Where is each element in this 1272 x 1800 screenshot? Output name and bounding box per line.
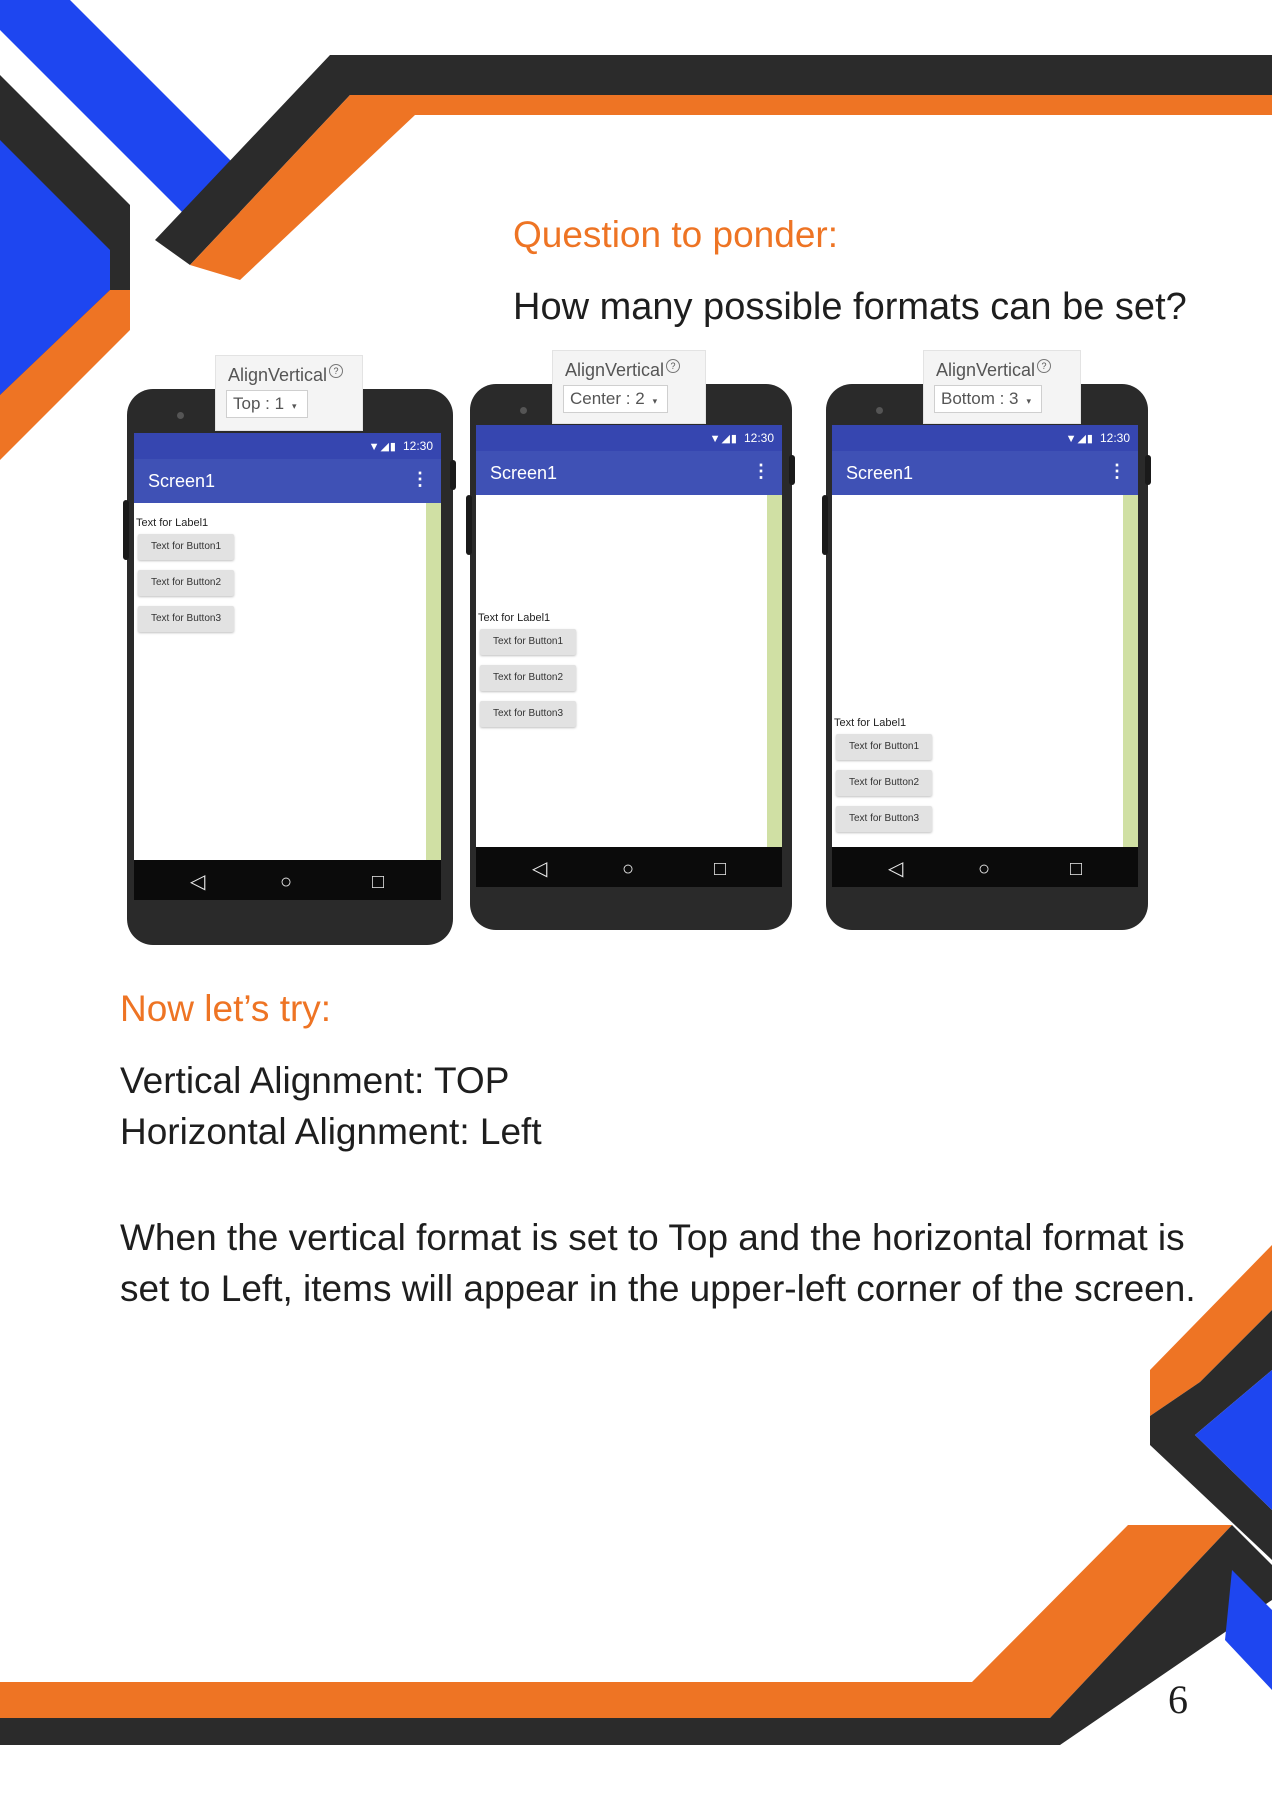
align-vertical-dropdown[interactable]: Top : 1 ▾	[226, 390, 308, 418]
recents-icon[interactable]: □	[1070, 859, 1082, 879]
status-icons: ▼◢▮	[368, 441, 397, 453]
app-bar: Screen1 ⋮	[832, 451, 1138, 495]
app-bar: Screen1 ⋮	[134, 459, 441, 503]
status-bar: ▼◢▮ 12:30	[134, 433, 441, 459]
phone-center: ▼◢▮ 12:30 Screen1 ⋮ Text for Label1 Text …	[466, 350, 795, 930]
scroll-track	[426, 503, 441, 860]
overflow-menu-icon[interactable]: ⋮	[1108, 461, 1126, 482]
phone-top: ▼◢▮ 12:30 Screen1 ⋮ Text for Label1 Text …	[123, 355, 456, 945]
align-vertical-dropdown[interactable]: Bottom : 3 ▾	[934, 385, 1043, 413]
button1[interactable]: Text for Button1	[836, 734, 932, 760]
align-vertical-panel: AlignVertical? Bottom : 3 ▾	[923, 350, 1081, 424]
home-icon[interactable]: ○	[280, 872, 292, 892]
screen-title: Screen1	[490, 463, 558, 483]
dropdown-caret-icon: ▾	[652, 396, 658, 406]
question-text: How many possible formats can be set?	[513, 286, 1187, 328]
label1: Text for Label1	[834, 717, 907, 729]
horizontal-alignment-text: Horizontal Alignment: Left	[120, 1111, 542, 1152]
scroll-track	[767, 495, 782, 847]
nav-bar: ◁ ○ □	[476, 847, 782, 887]
align-vertical-panel: AlignVertical? Top : 1 ▾	[215, 355, 363, 431]
status-time: 12:30	[1099, 431, 1130, 445]
home-icon[interactable]: ○	[978, 859, 990, 879]
dropdown-caret-icon: ▾	[1026, 396, 1032, 406]
recents-icon[interactable]: □	[372, 872, 384, 892]
align-vertical-dropdown[interactable]: Center : 2 ▾	[563, 385, 669, 413]
status-bar: ▼◢▮ 12:30	[832, 425, 1138, 451]
selected-value: Bottom : 3	[941, 389, 1019, 408]
status-time: 12:30	[402, 439, 433, 453]
home-icon[interactable]: ○	[622, 859, 634, 879]
label1: Text for Label1	[478, 612, 551, 624]
label1: Text for Label1	[136, 517, 209, 529]
overflow-menu-icon[interactable]: ⋮	[752, 461, 770, 482]
back-icon[interactable]: ◁	[532, 859, 547, 879]
overflow-menu-icon[interactable]: ⋮	[411, 469, 429, 490]
button2[interactable]: Text for Button2	[480, 665, 576, 691]
screen-content: Text for Label1 Text for Button1 Text fo…	[834, 716, 932, 842]
help-icon[interactable]: ?	[329, 364, 344, 378]
status-bar: ▼◢▮ 12:30	[476, 425, 782, 451]
button3[interactable]: Text for Button3	[138, 606, 234, 632]
vertical-alignment-text: Vertical Alignment: TOP	[120, 1060, 510, 1101]
button2[interactable]: Text for Button2	[836, 770, 932, 796]
status-icons: ▼◢▮	[1065, 433, 1094, 445]
back-icon[interactable]: ◁	[888, 859, 903, 879]
nav-bar: ◁ ○ □	[832, 847, 1138, 887]
help-icon[interactable]: ?	[666, 359, 681, 373]
property-label: AlignVertical	[565, 360, 665, 380]
property-label: AlignVertical	[228, 365, 328, 385]
scroll-track	[1123, 495, 1138, 847]
phone-screen: ▼◢▮ 12:30 Screen1 ⋮ Text for Label1 Text …	[832, 425, 1138, 847]
phone-screen: ▼◢▮ 12:30 Screen1 ⋮ Text for Label1 Text …	[134, 433, 441, 860]
property-label: AlignVertical	[936, 360, 1036, 380]
button1[interactable]: Text for Button1	[138, 534, 234, 560]
button2[interactable]: Text for Button2	[138, 570, 234, 596]
page-number: 6	[1168, 1677, 1188, 1722]
selected-value: Top : 1	[233, 394, 285, 413]
status-time: 12:30	[743, 431, 774, 445]
phone-screen: ▼◢▮ 12:30 Screen1 ⋮ Text for Label1 Text …	[476, 425, 782, 847]
nav-bar: ◁ ○ □	[134, 860, 441, 900]
recents-icon[interactable]: □	[714, 859, 726, 879]
status-icons: ▼◢▮	[709, 433, 738, 445]
align-vertical-panel: AlignVertical? Center : 2 ▾	[552, 350, 706, 424]
explanation-paragraph: When the vertical format is set to Top a…	[120, 1217, 1196, 1309]
app-bar: Screen1 ⋮	[476, 451, 782, 495]
selected-value: Center : 2	[570, 389, 645, 408]
button3[interactable]: Text for Button3	[836, 806, 932, 832]
screen-content: Text for Label1 Text for Button1 Text fo…	[136, 516, 234, 642]
screen-title: Screen1	[846, 463, 914, 483]
help-icon[interactable]: ?	[1037, 359, 1052, 373]
question-title: Question to ponder:	[513, 214, 838, 255]
screen-title: Screen1	[148, 471, 216, 491]
try-title: Now let’s try:	[120, 988, 332, 1029]
back-icon[interactable]: ◁	[190, 872, 205, 892]
dropdown-caret-icon: ▾	[292, 401, 297, 411]
screen-content: Text for Label1 Text for Button1 Text fo…	[478, 611, 576, 737]
button1[interactable]: Text for Button1	[480, 629, 576, 655]
phone-bottom: ▼◢▮ 12:30 Screen1 ⋮ Text for Label1 Text …	[822, 350, 1151, 930]
button3[interactable]: Text for Button3	[480, 701, 576, 727]
